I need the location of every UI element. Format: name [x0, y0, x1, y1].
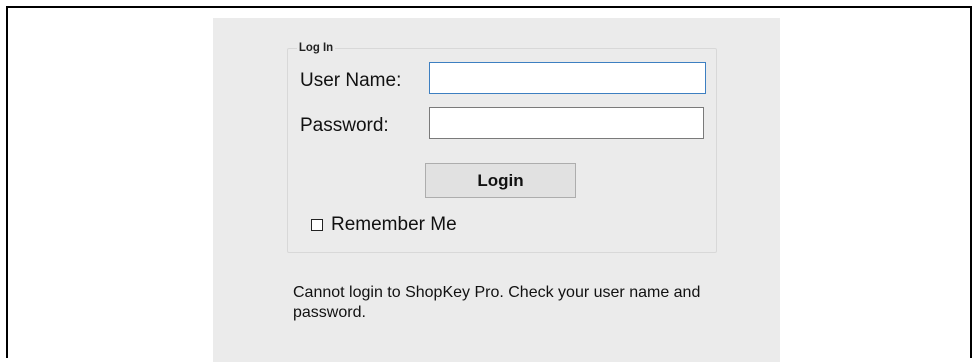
error-message: Cannot login to ShopKey Pro. Check your … — [293, 284, 701, 321]
remember-me-label[interactable]: Remember Me — [331, 214, 457, 236]
remember-me-checkbox[interactable]: Remember Me — [311, 214, 457, 236]
checkbox-box[interactable] — [311, 219, 323, 231]
login-panel: Log In User Name: Password: Login Rememb… — [213, 18, 780, 362]
password-input[interactable] — [429, 107, 704, 139]
username-label: User Name: — [300, 70, 402, 91]
window-frame: Log In User Name: Password: Login Rememb… — [6, 6, 972, 362]
username-input[interactable] — [429, 62, 706, 94]
password-label: Password: — [300, 115, 389, 136]
login-button[interactable]: Login — [425, 163, 576, 198]
groupbox-title: Log In — [297, 40, 335, 54]
